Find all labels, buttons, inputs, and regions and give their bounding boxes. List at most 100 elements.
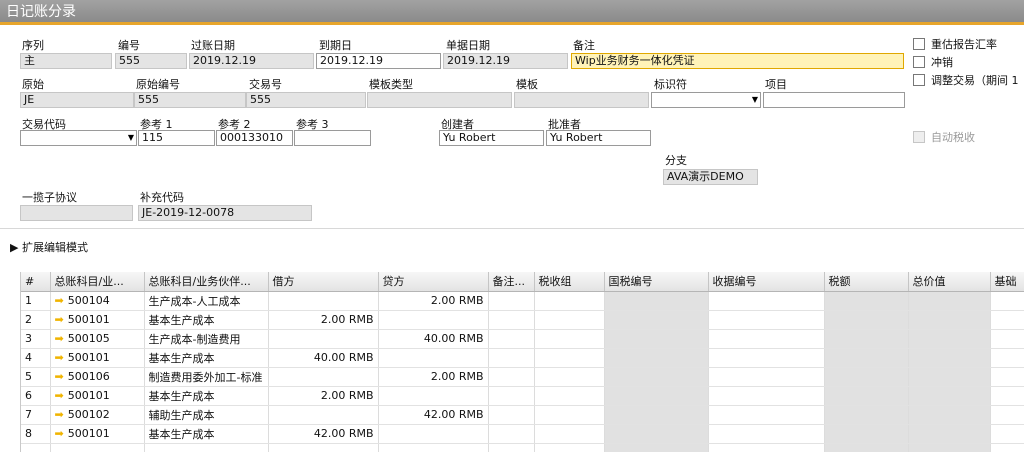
receipt-no-cell[interactable] bbox=[708, 367, 825, 387]
branch-field[interactable]: AVA演示DEMO bbox=[663, 169, 758, 185]
remarks-cell[interactable] bbox=[488, 405, 535, 425]
col-header-gross-value[interactable]: 总价值 bbox=[908, 272, 991, 292]
reverse-checkbox[interactable] bbox=[913, 56, 925, 68]
tax-group-cell[interactable] bbox=[534, 329, 605, 349]
account-name-cell[interactable]: 辅助生产成本 bbox=[144, 405, 269, 425]
account-name-cell[interactable]: 制造费用委外加工-标准 bbox=[144, 367, 269, 387]
credit-cell[interactable] bbox=[378, 310, 489, 330]
receipt-no-cell[interactable] bbox=[708, 348, 825, 368]
col-header-no[interactable]: # bbox=[21, 272, 51, 292]
remarks-cell[interactable] bbox=[488, 386, 535, 406]
debit-cell[interactable]: 40.00 RMB bbox=[268, 348, 379, 368]
remarks-cell[interactable] bbox=[488, 310, 535, 330]
auto-tax-checkbox[interactable] bbox=[913, 131, 925, 143]
tax-group-cell[interactable] bbox=[534, 424, 605, 444]
table-row[interactable]: 1 ➡ 500104 生产成本-人工成本 2.00 RMB bbox=[21, 291, 1024, 311]
base-cell[interactable] bbox=[990, 367, 1024, 387]
col-header-account[interactable]: 总账科目/业... bbox=[50, 272, 145, 292]
link-arrow-icon[interactable]: ➡ bbox=[55, 370, 64, 383]
creator-field[interactable]: Yu Robert bbox=[439, 130, 544, 146]
link-arrow-icon[interactable]: ➡ bbox=[55, 408, 64, 421]
debit-cell[interactable] bbox=[268, 291, 379, 311]
table-row-empty[interactable] bbox=[21, 443, 1024, 452]
col-header-base[interactable]: 基础 bbox=[990, 272, 1024, 292]
account-name-cell[interactable]: 基本生产成本 bbox=[144, 310, 269, 330]
account-cell[interactable]: ➡ 500104 bbox=[50, 291, 145, 311]
account-cell[interactable]: ➡ 500101 bbox=[50, 348, 145, 368]
project-field[interactable] bbox=[763, 92, 905, 108]
credit-cell[interactable] bbox=[378, 424, 489, 444]
indicator-dropdown[interactable]: ▼ bbox=[651, 92, 761, 108]
expand-edit-mode-toggle[interactable]: ▶ 扩展编辑模式 bbox=[10, 239, 88, 255]
col-header-tax-group[interactable]: 税收组 bbox=[534, 272, 605, 292]
base-cell[interactable] bbox=[990, 348, 1024, 368]
credit-cell[interactable]: 2.00 RMB bbox=[378, 367, 489, 387]
base-cell[interactable] bbox=[990, 424, 1024, 444]
debit-cell[interactable] bbox=[268, 405, 379, 425]
account-cell[interactable]: ➡ 500105 bbox=[50, 329, 145, 349]
table-row[interactable]: 5 ➡ 500106 制造费用委外加工-标准 2.00 RMB bbox=[21, 367, 1024, 387]
table-row[interactable]: 8 ➡ 500101 基本生产成本 42.00 RMB bbox=[21, 424, 1024, 444]
tax-group-cell[interactable] bbox=[534, 310, 605, 330]
account-name-cell[interactable]: 基本生产成本 bbox=[144, 386, 269, 406]
ref2-field[interactable]: 000133010 bbox=[216, 130, 293, 146]
account-name-cell[interactable]: 基本生产成本 bbox=[144, 348, 269, 368]
trans-code-dropdown[interactable]: ▼ bbox=[20, 130, 137, 146]
col-header-debit[interactable]: 借方 bbox=[268, 272, 379, 292]
trans-no-field[interactable]: 555 bbox=[246, 92, 366, 108]
table-row[interactable]: 2 ➡ 500101 基本生产成本 2.00 RMB bbox=[21, 310, 1024, 330]
revalue-checkbox[interactable] bbox=[913, 38, 925, 50]
base-cell[interactable] bbox=[990, 405, 1024, 425]
account-cell[interactable]: ➡ 500102 bbox=[50, 405, 145, 425]
col-header-tax-id[interactable]: 国税编号 bbox=[604, 272, 709, 292]
account-name-cell[interactable]: 生产成本-制造费用 bbox=[144, 329, 269, 349]
receipt-no-cell[interactable] bbox=[708, 291, 825, 311]
link-arrow-icon[interactable]: ➡ bbox=[55, 427, 64, 440]
tax-group-cell[interactable] bbox=[534, 348, 605, 368]
credit-cell[interactable]: 2.00 RMB bbox=[378, 291, 489, 311]
col-header-receipt-no[interactable]: 收据编号 bbox=[708, 272, 825, 292]
link-arrow-icon[interactable]: ➡ bbox=[55, 294, 64, 307]
link-arrow-icon[interactable]: ➡ bbox=[55, 332, 64, 345]
table-row[interactable]: 6 ➡ 500101 基本生产成本 2.00 RMB bbox=[21, 386, 1024, 406]
col-header-remarks[interactable]: 备注... bbox=[488, 272, 535, 292]
credit-cell[interactable] bbox=[378, 386, 489, 406]
account-cell[interactable]: ➡ 500106 bbox=[50, 367, 145, 387]
account-cell[interactable]: ➡ 500101 bbox=[50, 424, 145, 444]
ref1-field[interactable]: 115 bbox=[138, 130, 215, 146]
posting-date-field[interactable]: 2019.12.19 bbox=[189, 53, 314, 69]
account-cell[interactable]: ➡ 500101 bbox=[50, 386, 145, 406]
table-row[interactable]: 4 ➡ 500101 基本生产成本 40.00 RMB bbox=[21, 348, 1024, 368]
link-arrow-icon[interactable]: ➡ bbox=[55, 351, 64, 364]
doc-date-field[interactable]: 2019.12.19 bbox=[443, 53, 568, 69]
credit-cell[interactable] bbox=[378, 348, 489, 368]
table-row[interactable]: 7 ➡ 500102 辅助生产成本 42.00 RMB bbox=[21, 405, 1024, 425]
template-field[interactable] bbox=[514, 92, 649, 108]
account-name-cell[interactable]: 基本生产成本 bbox=[144, 424, 269, 444]
receipt-no-cell[interactable] bbox=[708, 424, 825, 444]
approver-field[interactable]: Yu Robert bbox=[546, 130, 651, 146]
remarks-cell[interactable] bbox=[488, 291, 535, 311]
debit-cell[interactable] bbox=[268, 367, 379, 387]
remarks-cell[interactable] bbox=[488, 348, 535, 368]
debit-cell[interactable]: 42.00 RMB bbox=[268, 424, 379, 444]
remarks-field[interactable]: Wip业务财务一体化凭证 bbox=[571, 53, 904, 69]
col-header-account-name[interactable]: 总账科目/业务伙伴... bbox=[144, 272, 269, 292]
debit-cell[interactable] bbox=[268, 329, 379, 349]
debit-cell[interactable]: 2.00 RMB bbox=[268, 310, 379, 330]
base-cell[interactable] bbox=[990, 310, 1024, 330]
account-name-cell[interactable]: 生产成本-人工成本 bbox=[144, 291, 269, 311]
receipt-no-cell[interactable] bbox=[708, 310, 825, 330]
template-type-field[interactable] bbox=[367, 92, 512, 108]
tax-group-cell[interactable] bbox=[534, 291, 605, 311]
credit-cell[interactable]: 40.00 RMB bbox=[378, 329, 489, 349]
receipt-no-cell[interactable] bbox=[708, 386, 825, 406]
link-arrow-icon[interactable]: ➡ bbox=[55, 313, 64, 326]
base-cell[interactable] bbox=[990, 386, 1024, 406]
blanket-agreement-field[interactable] bbox=[20, 205, 133, 221]
account-cell[interactable]: ➡ 500101 bbox=[50, 310, 145, 330]
number-field[interactable]: 555 bbox=[115, 53, 187, 69]
col-header-tax-amount[interactable]: 税额 bbox=[824, 272, 909, 292]
origin-field[interactable]: JE bbox=[20, 92, 134, 108]
debit-cell[interactable]: 2.00 RMB bbox=[268, 386, 379, 406]
